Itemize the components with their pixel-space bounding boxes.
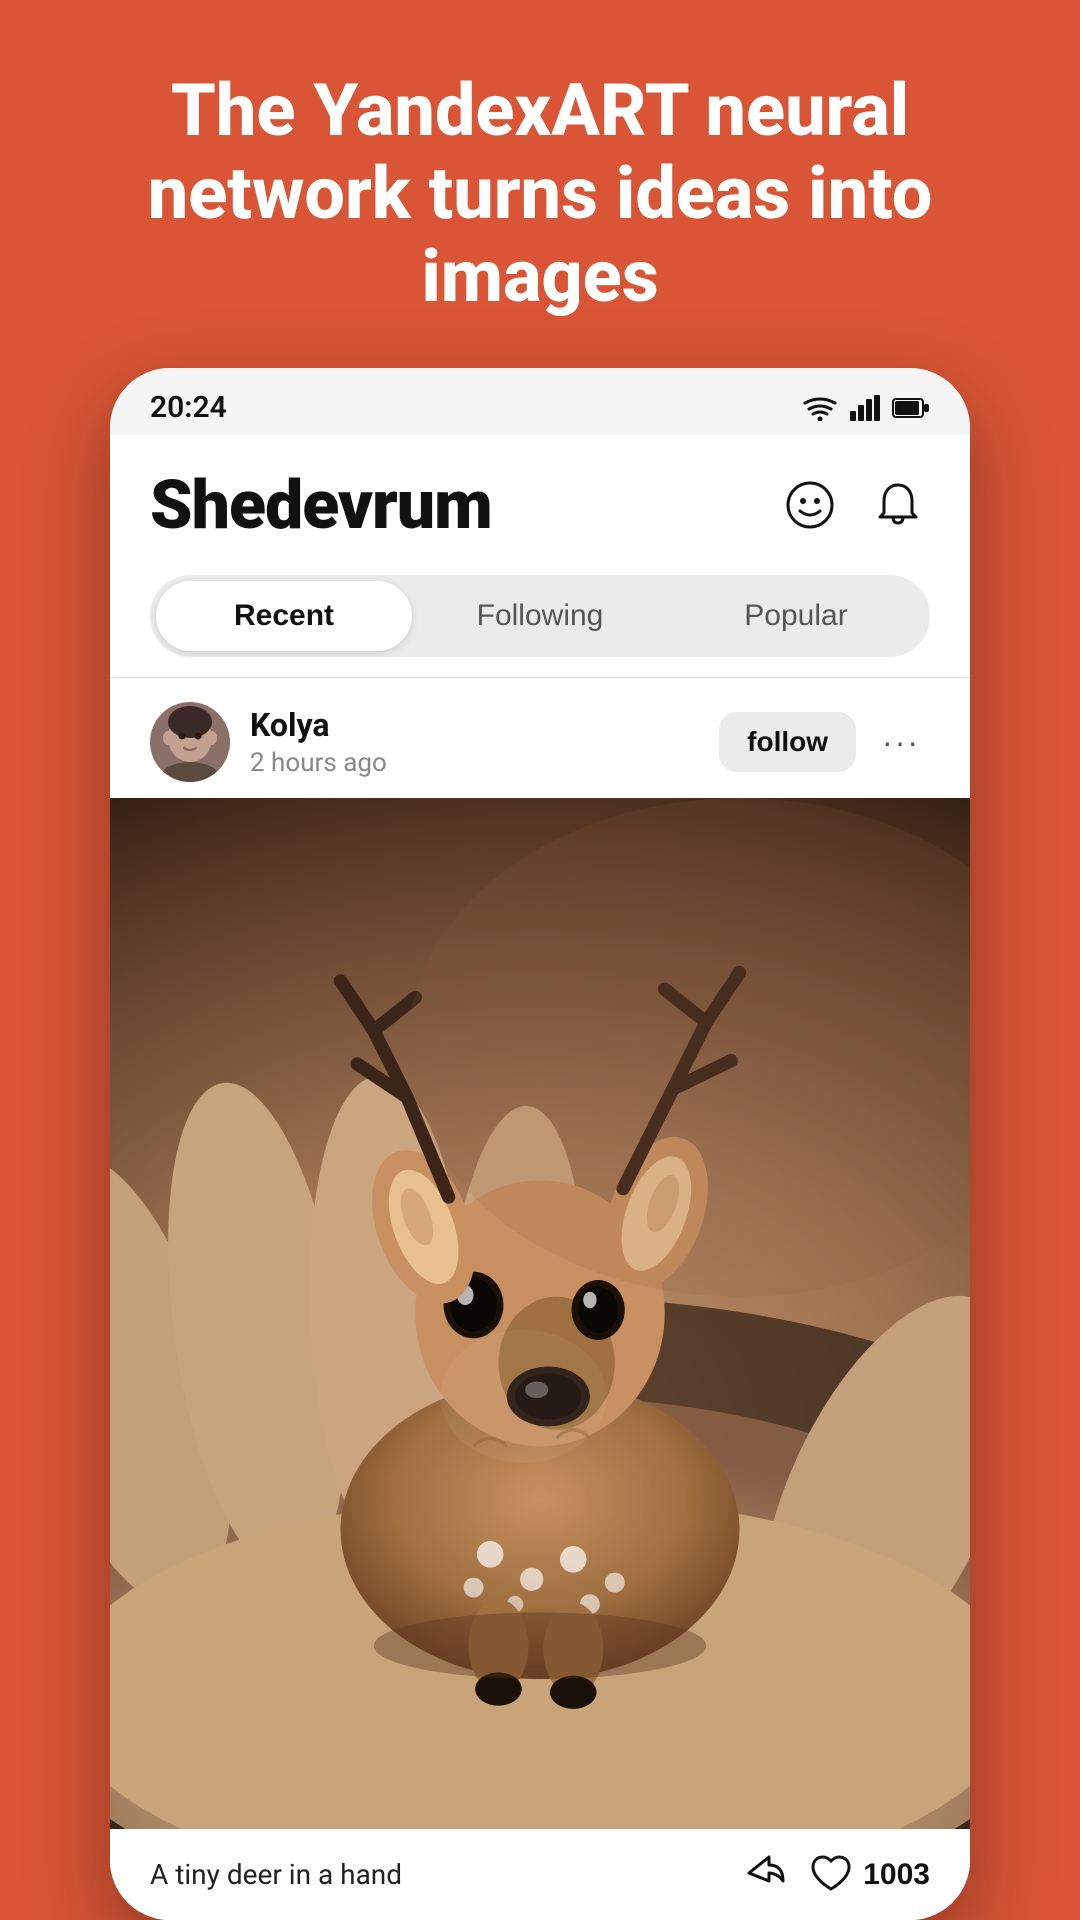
app-header: Shedevrum	[110, 435, 970, 565]
avatar[interactable]	[150, 702, 230, 782]
post-time: 2 hours ago	[250, 748, 699, 778]
phone-frame: 20:24	[110, 368, 970, 1920]
hero-title: The YandexART neural network turns ideas…	[0, 0, 1080, 368]
more-options-button[interactable]: ···	[872, 714, 930, 771]
avatar-image	[150, 702, 230, 782]
post-username: Kolya	[250, 706, 699, 744]
like-button[interactable]: 1003	[809, 1851, 930, 1898]
status-bar: 20:24	[110, 368, 970, 435]
status-icons	[802, 395, 930, 421]
avatar-style-button[interactable]	[778, 473, 842, 537]
post-image[interactable]	[110, 798, 970, 1829]
app-title: Shedevrum	[150, 465, 492, 545]
status-time: 20:24	[150, 390, 227, 425]
tab-popular[interactable]: Popular	[668, 581, 924, 651]
app-content: Shedevrum	[110, 435, 970, 1920]
post-footer: A tiny deer in a hand	[110, 1829, 970, 1920]
post-user-info: Kolya 2 hours ago	[250, 706, 699, 778]
tabs-container: Recent Following Popular	[150, 575, 930, 657]
tab-recent[interactable]: Recent	[156, 581, 412, 651]
post-actions: follow ···	[719, 712, 930, 772]
follow-button[interactable]: follow	[719, 712, 856, 772]
notification-button[interactable]	[866, 473, 930, 537]
face-smile-icon	[784, 479, 836, 531]
bell-icon	[872, 479, 924, 531]
post-caption: A tiny deer in a hand	[150, 1858, 741, 1891]
post-footer-actions: 1003	[741, 1851, 930, 1898]
heart-icon	[809, 1851, 853, 1898]
signal-icon	[850, 395, 880, 421]
post-container: Kolya 2 hours ago follow ···	[110, 678, 970, 1920]
post-header: Kolya 2 hours ago follow ···	[110, 678, 970, 798]
share-icon	[741, 1851, 785, 1898]
wifi-icon	[802, 395, 838, 421]
tab-following[interactable]: Following	[412, 581, 668, 651]
like-count: 1003	[863, 1858, 930, 1892]
header-icons	[778, 473, 930, 537]
share-button[interactable]	[741, 1851, 785, 1898]
battery-icon	[892, 397, 930, 419]
